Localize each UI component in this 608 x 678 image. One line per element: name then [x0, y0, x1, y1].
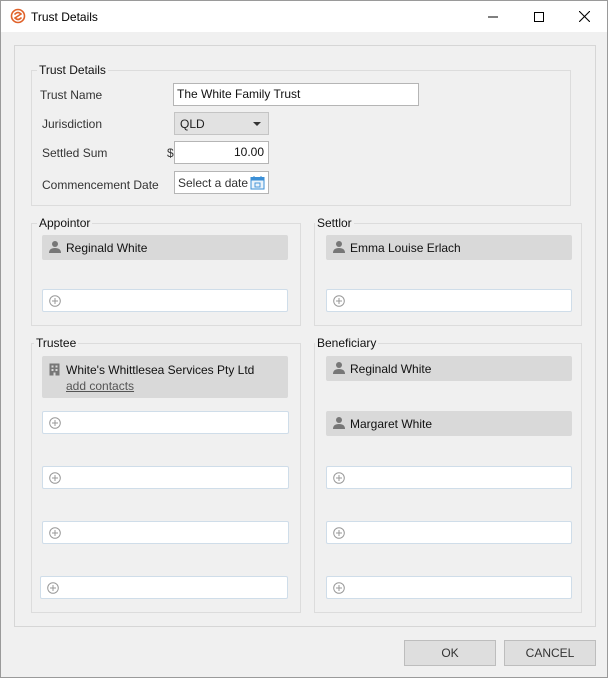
- beneficiary-title: Beneficiary: [315, 336, 379, 350]
- commencement-date-picker[interactable]: Select a date: [174, 171, 269, 194]
- add-circle-icon: [49, 527, 61, 539]
- settlor-title: Settlor: [315, 216, 354, 230]
- trustee-add-slot-1[interactable]: [42, 411, 289, 434]
- settlor-add-slot[interactable]: [326, 289, 572, 312]
- person-icon: [333, 417, 345, 429]
- jurisdiction-select[interactable]: QLD: [174, 112, 269, 135]
- app-logo-icon: [10, 8, 26, 24]
- currency-symbol: $: [167, 146, 174, 160]
- trustee-title: Trustee: [34, 336, 79, 350]
- date-placeholder: Select a date: [178, 176, 249, 190]
- calendar-icon[interactable]: [250, 175, 265, 190]
- add-contacts-link[interactable]: add contacts: [66, 379, 134, 393]
- person-icon: [49, 241, 61, 253]
- trustee-card[interactable]: White's Whittlesea Services Pty Ltd add …: [42, 356, 288, 398]
- settlor-name: Emma Louise Erlach: [350, 241, 461, 255]
- trustee-add-slot-2[interactable]: [42, 466, 289, 489]
- settled-sum-label: Settled Sum: [42, 146, 108, 160]
- appointor-card[interactable]: Reginald White: [42, 235, 288, 260]
- minimize-button[interactable]: [470, 1, 516, 32]
- building-icon: [49, 363, 60, 376]
- beneficiary-card[interactable]: Reginald White: [326, 356, 572, 381]
- commencement-date-label: Commencement Date: [42, 178, 159, 192]
- ok-button[interactable]: OK: [404, 640, 496, 666]
- beneficiary-name: Margaret White: [350, 417, 433, 431]
- trust-name-label: Trust Name: [40, 88, 103, 102]
- trustee-add-slot-4[interactable]: [40, 576, 288, 599]
- chevron-down-icon: [253, 122, 261, 126]
- trust-details-title: Trust Details: [37, 63, 108, 77]
- beneficiary-add-slot-3[interactable]: [326, 576, 572, 599]
- beneficiary-card[interactable]: Margaret White: [326, 411, 572, 436]
- add-circle-icon: [333, 472, 345, 484]
- trustee-add-slot-3[interactable]: [42, 521, 289, 544]
- trust-name-input[interactable]: The White Family Trust: [173, 83, 419, 106]
- person-icon: [333, 362, 345, 374]
- add-circle-icon: [49, 295, 61, 307]
- maximize-icon: [534, 11, 544, 22]
- settlor-card[interactable]: Emma Louise Erlach: [326, 235, 572, 260]
- maximize-button[interactable]: [516, 1, 562, 32]
- trust-details-window: Trust Details Trust Details Trust Name T…: [0, 0, 608, 678]
- settled-sum-input[interactable]: 10.00: [174, 141, 269, 164]
- beneficiary-add-slot-2[interactable]: [326, 521, 572, 544]
- window-title: Trust Details: [31, 10, 98, 24]
- add-circle-icon: [333, 295, 345, 307]
- appointor-add-slot[interactable]: [42, 289, 288, 312]
- appointor-title: Appointor: [37, 216, 93, 230]
- jurisdiction-value: QLD: [180, 117, 205, 131]
- minimize-icon: [488, 16, 498, 17]
- person-icon: [333, 241, 345, 253]
- cancel-button[interactable]: CANCEL: [504, 640, 596, 666]
- beneficiary-add-slot-1[interactable]: [326, 466, 572, 489]
- jurisdiction-label: Jurisdiction: [42, 117, 103, 131]
- add-circle-icon: [49, 472, 61, 484]
- close-button[interactable]: [561, 1, 607, 32]
- add-circle-icon: [47, 582, 59, 594]
- add-circle-icon: [49, 417, 61, 429]
- beneficiary-name: Reginald White: [350, 362, 432, 376]
- trustee-company-name: White's Whittlesea Services Pty Ltd: [66, 363, 255, 377]
- title-bar: Trust Details: [1, 1, 607, 32]
- close-icon: [578, 11, 590, 22]
- add-circle-icon: [333, 582, 345, 594]
- appointor-name: Reginald White: [66, 241, 148, 255]
- add-circle-icon: [333, 527, 345, 539]
